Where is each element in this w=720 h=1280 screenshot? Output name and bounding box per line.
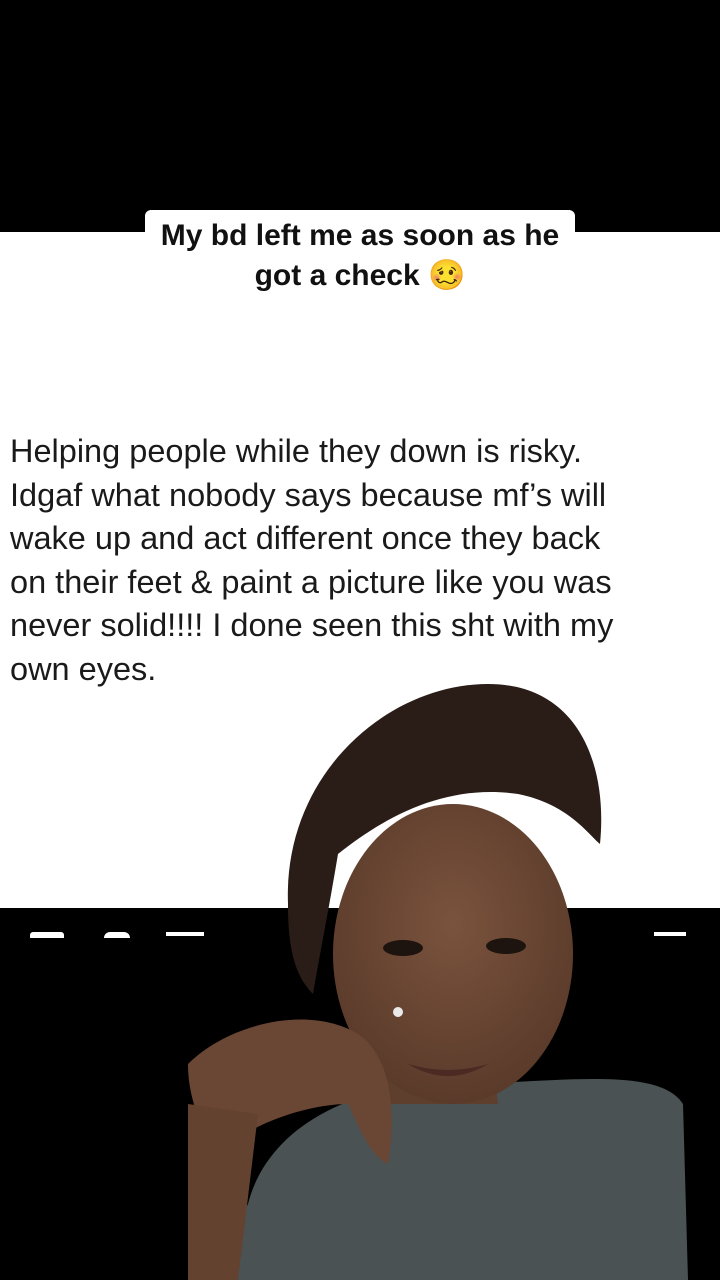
reply-icon[interactable] xyxy=(30,932,64,938)
left-eye xyxy=(383,940,423,956)
tweet-line: never solid!!!! I done seen this sht wit… xyxy=(10,607,614,643)
tweet-text: Helping people while they down is risky.… xyxy=(10,430,700,691)
tweet-line: on their feet & paint a picture like you… xyxy=(10,563,612,600)
caption-line-1: My bd left me as soon as he xyxy=(160,219,560,252)
tweet-line: Helping people while they down is risky. xyxy=(10,433,583,469)
greenscreen-person-cutout xyxy=(188,684,688,1280)
nose-stud xyxy=(393,1007,403,1017)
tweet-line: wake up and act different once they back xyxy=(10,520,601,556)
woozy-face-emoji: 🥴 xyxy=(428,259,466,292)
top-black-band xyxy=(0,0,720,232)
right-eye xyxy=(486,938,526,954)
caption-box: My bd left me as soon as he got a check … xyxy=(144,210,576,304)
tweet-line: own eyes. xyxy=(10,650,157,687)
retweet-icon[interactable] xyxy=(104,932,130,938)
caption-overlay: My bd left me as soon as he got a check … xyxy=(0,210,720,304)
tweet-line: Idgaf what nobody says because mf’s will xyxy=(10,476,607,513)
caption-line-2: got a check xyxy=(254,259,420,292)
